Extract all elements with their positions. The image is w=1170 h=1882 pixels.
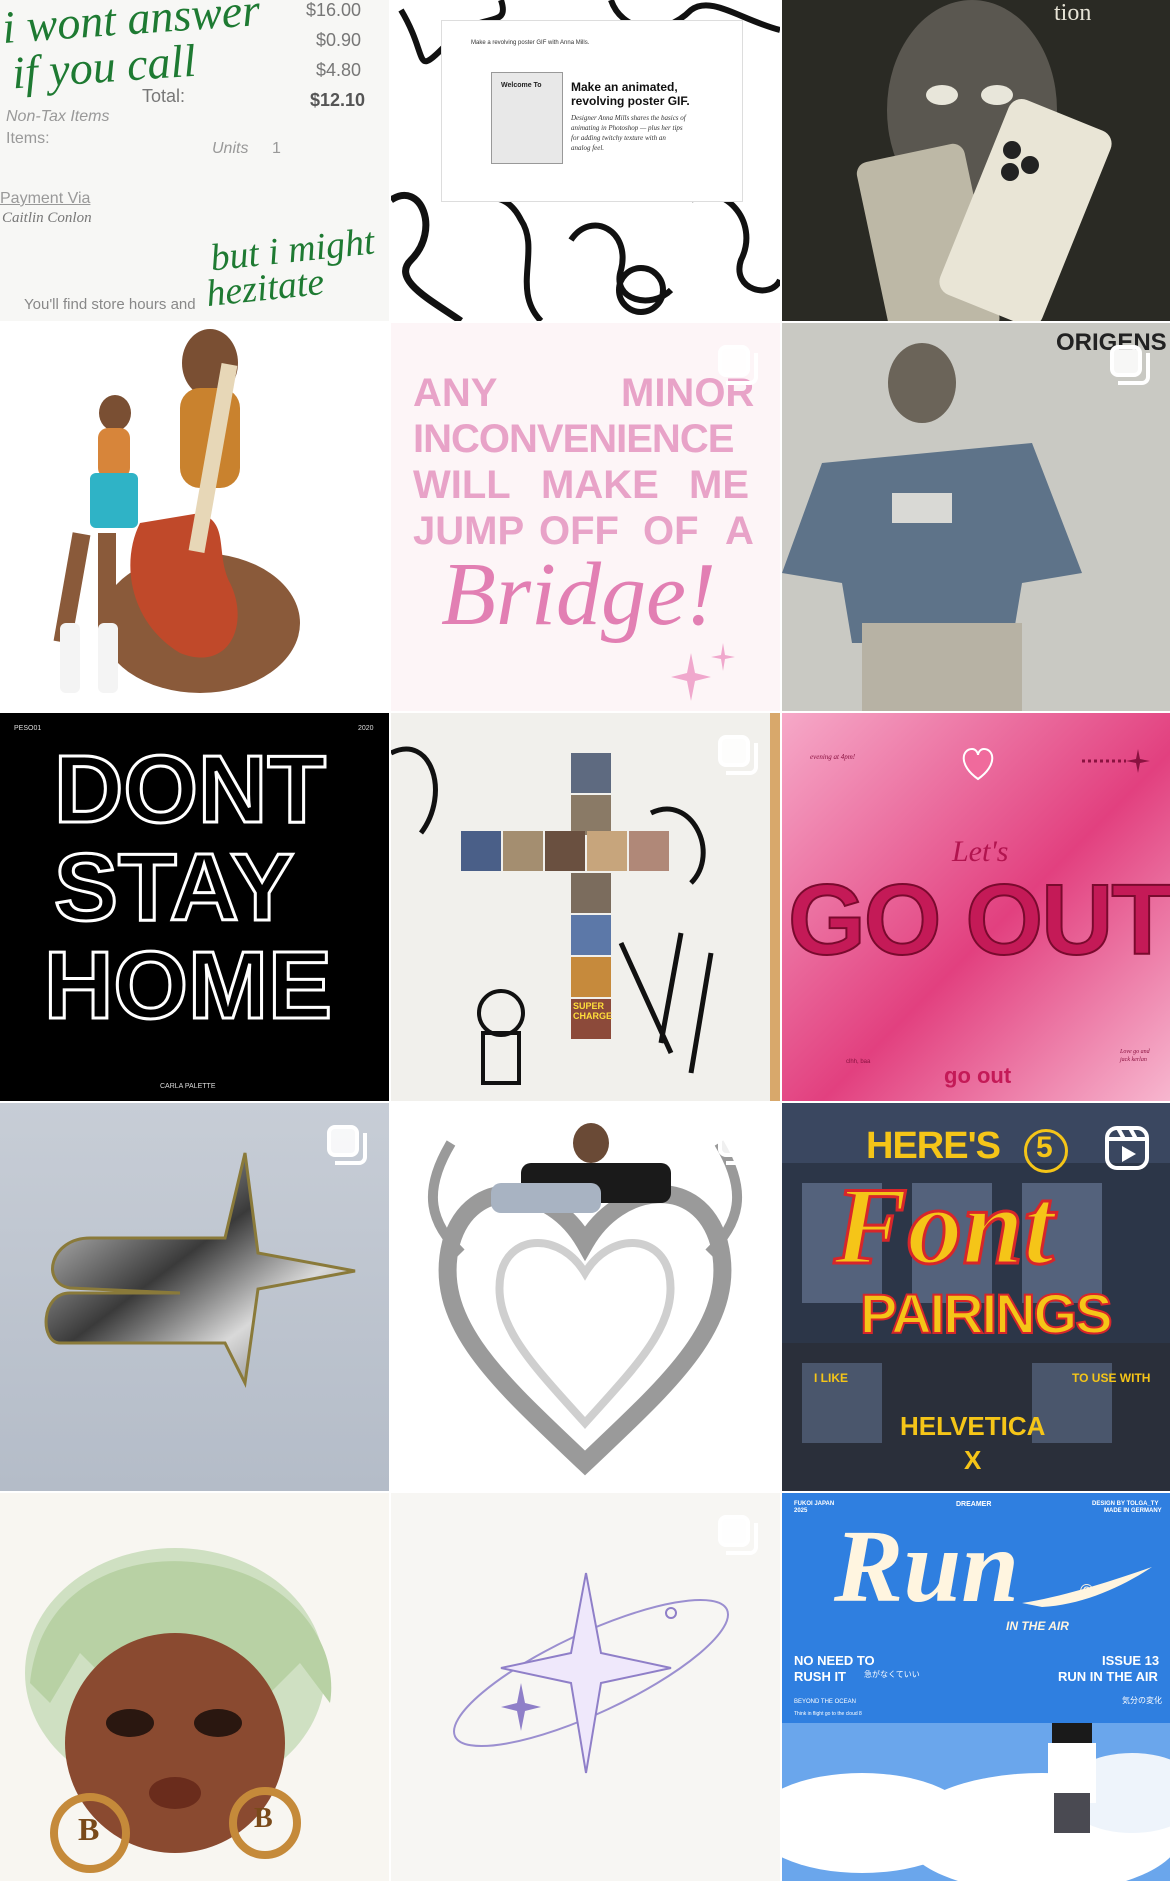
- clay-face-art: [25, 1548, 332, 1873]
- top-right-2: MADE IN GERMANY: [1104, 1508, 1162, 1514]
- credit: CARLA PALETTE: [160, 1083, 216, 1090]
- cross: X: [964, 1445, 982, 1475]
- hoop-left-letter: B: [78, 1811, 100, 1847]
- carousel-icon: [1110, 345, 1150, 385]
- items-label: Items:: [6, 130, 50, 147]
- page-edge: [770, 713, 780, 1101]
- left-jp: 急がなくていい: [864, 1670, 920, 1679]
- hoop-right-letter: B: [254, 1803, 273, 1834]
- sticker-text: SUPER CHARGE: [573, 1001, 613, 1021]
- body-1: Designer Anna Mills shares the basics of: [571, 114, 686, 122]
- nav-text: Make a revolving poster GIF with Anna Mi…: [471, 40, 590, 46]
- line-3b: MAKE: [541, 463, 659, 507]
- footer-text: You'll find store hours and: [24, 296, 196, 313]
- post-font-pairings[interactable]: HERE'S 5 Font PAIRINGS I LIKE TO USE WIT…: [782, 1103, 1170, 1491]
- post-run-poster[interactable]: FUKOI JAPAN 2025 DREAMER DESIGN BY TOLGA…: [782, 1493, 1170, 1881]
- script-word: Bridge!: [441, 545, 716, 644]
- carousel-icon: [718, 1515, 758, 1555]
- top-left-2: 2025: [794, 1508, 808, 1514]
- payment-label: Payment Via: [0, 190, 91, 207]
- post-collage-cross[interactable]: SUPER CHARGE: [391, 713, 780, 1101]
- main-text: GO OUT: [787, 863, 1170, 977]
- bottom-right-1: Love go and: [1120, 1049, 1150, 1055]
- sparkle-icon: [671, 643, 735, 701]
- left-2: RUSH IT: [794, 1669, 846, 1684]
- post-dont-stay-home[interactable]: PESO01 2020 DONT STAY HOME CARLA PALETTE: [0, 713, 389, 1101]
- carousel-icon: [327, 1125, 367, 1165]
- right-small: TO USE WITH: [1072, 1371, 1151, 1385]
- post-lets-go-out[interactable]: evening at 4pm! Let's GO OUT Love go and…: [782, 713, 1170, 1101]
- line-3a: WILL: [413, 463, 511, 507]
- right-2: RUN IN THE AIR: [1058, 1669, 1158, 1684]
- phone-face-art: [856, 0, 1112, 321]
- total-value: $12.10: [310, 90, 366, 110]
- carousel-icon: [327, 345, 367, 385]
- non-tax-label: Non-Tax Items: [6, 108, 110, 125]
- line-3c: ME: [689, 463, 749, 507]
- bottom-center: go out: [944, 1063, 1012, 1088]
- post-origens[interactable]: ORIGENS: [782, 323, 1170, 711]
- post-receipt[interactable]: i wont answer if you call $16.00 $0.90 $…: [0, 0, 389, 321]
- heart-badge-icon: [962, 747, 994, 781]
- graffiti-line-2: STAY: [52, 833, 295, 943]
- bottom-left: clhh, baa: [846, 1059, 871, 1065]
- body-4: analog feel.: [571, 144, 605, 152]
- body-3: for adding twitchy texture with an: [571, 134, 666, 142]
- script-word: Font: [832, 1164, 1055, 1289]
- line-1a: ANY: [413, 371, 498, 415]
- price-1: $16.00: [306, 0, 362, 20]
- post-phone-face[interactable]: tion: [782, 0, 1170, 321]
- line-1a: HERE'S: [866, 1125, 1001, 1167]
- right-jp: 気分の変化: [1122, 1696, 1162, 1705]
- headline-1: Make an animated,: [571, 80, 678, 94]
- left-1: NO NEED TO: [794, 1653, 875, 1668]
- graffiti-line-1: DONT: [53, 735, 328, 845]
- post-sparkle-star[interactable]: [391, 1493, 780, 1881]
- total-label: Total:: [142, 86, 186, 106]
- post-clay-face[interactable]: B B: [0, 1493, 389, 1881]
- carousel-icon: [718, 735, 758, 775]
- graffiti-line-3: HOME: [43, 931, 334, 1041]
- carousel-icon: [718, 345, 758, 385]
- headline-2: revolving poster GIF.: [571, 94, 690, 108]
- post-minor-inconvenience[interactable]: ANY MINOR INCONVENIENCE WILL MAKE ME JUM…: [391, 323, 780, 711]
- left-small: I LIKE: [814, 1371, 849, 1385]
- post-guitar-girl[interactable]: [0, 323, 389, 711]
- right-1: ISSUE 13: [1102, 1653, 1160, 1668]
- price-2: $0.90: [316, 30, 362, 50]
- starburst-icon: [1082, 749, 1150, 773]
- line-2: INCONVENIENCE: [413, 417, 734, 461]
- payment-value: Caitlin Conlon: [2, 210, 92, 226]
- top-left-text: evening at 4pm!: [810, 753, 856, 761]
- corner-right: 2020: [358, 725, 374, 732]
- left-tiny: Think in flight go to the cloud 8: [794, 1711, 862, 1717]
- bottom-right-2: jack kerlan: [1120, 1057, 1147, 1063]
- post-chrome-heart[interactable]: [391, 1103, 780, 1491]
- reels-icon: [1105, 1126, 1149, 1170]
- font-name: HELVETICA: [900, 1411, 1046, 1441]
- post-chrome-star[interactable]: [0, 1103, 389, 1491]
- body-2: animating in Photoshop — plus her tips: [571, 124, 683, 132]
- units-value: 1: [272, 140, 281, 157]
- title: Run: [834, 1509, 1020, 1624]
- post-poster-gif[interactable]: Make a revolving poster GIF with Anna Mi…: [391, 0, 780, 321]
- top-left-1: FUKOI JAPAN: [794, 1501, 835, 1507]
- poster-title: Welcome To: [501, 82, 542, 89]
- swoosh-icon: [1022, 1567, 1152, 1607]
- line-2: PAIRINGS: [859, 1281, 1114, 1346]
- carousel-icon: [718, 1125, 758, 1165]
- line-4d: A: [725, 509, 754, 553]
- corner-left: PESO01: [14, 725, 42, 732]
- units-label: Units: [212, 140, 249, 157]
- left-small: BEYOND THE OCEAN: [794, 1699, 856, 1705]
- circle-number: 5: [1036, 1131, 1053, 1164]
- post-grid: i wont answer if you call $16.00 $0.90 $…: [0, 0, 1170, 1882]
- corner-text: tion: [1054, 0, 1092, 26]
- browser-card: [441, 20, 743, 202]
- price-3: $4.80: [316, 60, 362, 80]
- top-right-1: DESIGN BY TOLGA_TY: [1092, 1501, 1159, 1507]
- subtitle: IN THE AIR: [1006, 1619, 1069, 1633]
